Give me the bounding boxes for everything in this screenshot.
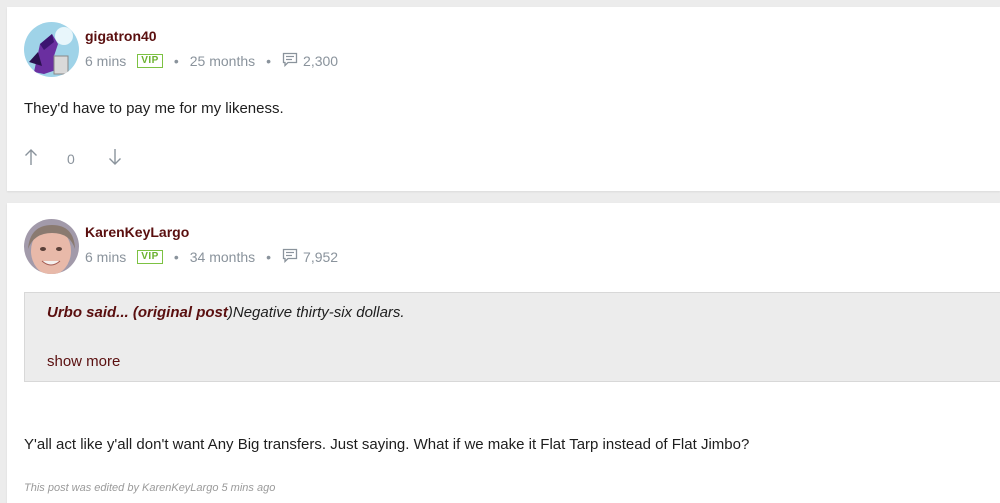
comment-meta: 6 mins VIP • 25 months • 2,300 bbox=[85, 52, 338, 70]
separator-dot: • bbox=[266, 53, 272, 69]
arrow-down-icon[interactable] bbox=[108, 148, 122, 169]
quote-line: Urbo said... (original post)Negative thi… bbox=[47, 304, 405, 321]
comment-meta: 6 mins VIP • 34 months • 7,952 bbox=[85, 248, 338, 266]
quote-author[interactable]: Urbo said... bbox=[47, 304, 129, 321]
username[interactable]: gigatron40 bbox=[85, 28, 157, 44]
arrow-up-icon[interactable] bbox=[24, 148, 38, 169]
username[interactable]: KarenKeyLargo bbox=[85, 224, 189, 240]
message-icon bbox=[282, 52, 298, 70]
message-icon bbox=[282, 248, 298, 266]
vip-badge: VIP bbox=[137, 54, 163, 68]
original-post-link[interactable]: (original post bbox=[133, 304, 228, 321]
timestamp[interactable]: 6 mins bbox=[85, 249, 126, 265]
separator-dot: • bbox=[173, 249, 179, 265]
quote-text: Negative thirty-six dollars. bbox=[232, 304, 405, 321]
comment-text: They'd have to pay me for my likeness. bbox=[24, 100, 284, 117]
avatar[interactable] bbox=[24, 22, 79, 77]
vote-count: 0 bbox=[67, 151, 75, 167]
quoted-post: Urbo said... (original post)Negative thi… bbox=[24, 292, 1000, 382]
post-count: 2,300 bbox=[303, 53, 339, 69]
comment-text: Y'all act like y'all don't want Any Big … bbox=[24, 436, 750, 453]
timestamp[interactable]: 6 mins bbox=[85, 53, 126, 69]
member-duration: 25 months bbox=[189, 53, 256, 69]
separator-dot: • bbox=[173, 53, 179, 69]
comment-card: KarenKeyLargo 6 mins VIP • 34 months • 7… bbox=[7, 203, 1000, 503]
post-count: 7,952 bbox=[303, 249, 339, 265]
member-duration: 34 months bbox=[189, 249, 256, 265]
comment-card: gigatron40 6 mins VIP • 25 months • 2,30… bbox=[7, 7, 1000, 191]
avatar[interactable] bbox=[24, 219, 79, 274]
separator-dot: • bbox=[266, 249, 272, 265]
show-more-link[interactable]: show more bbox=[47, 353, 120, 370]
vip-badge: VIP bbox=[137, 250, 163, 264]
edited-note: This post was edited by KarenKeyLargo 5 … bbox=[24, 482, 276, 494]
